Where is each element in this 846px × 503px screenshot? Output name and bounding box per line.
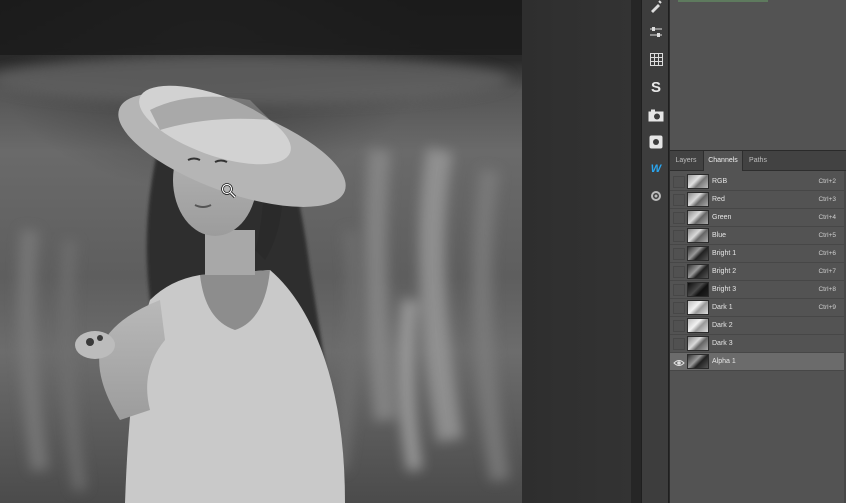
instagram-icon[interactable] — [644, 130, 668, 154]
channel-shortcut: Ctrl+9 — [818, 304, 836, 311]
visibility-toggle[interactable] — [673, 320, 685, 332]
adjustments-icon[interactable] — [644, 20, 668, 44]
camera-icon[interactable] — [644, 103, 668, 127]
channel-thumbnail — [687, 246, 709, 261]
channel-shortcut: Ctrl+7 — [818, 268, 836, 275]
visibility-toggle[interactable] — [673, 302, 685, 314]
channel-name: Dark 1 — [712, 304, 733, 311]
channel-shortcut: Ctrl+8 — [818, 286, 836, 293]
channel-name: Blue — [712, 232, 727, 239]
visibility-toggle[interactable] — [673, 194, 685, 206]
channel-row[interactable]: Blue Ctrl+5 — [670, 227, 846, 245]
channel-row[interactable]: Bright 1 Ctrl+6 — [670, 245, 846, 263]
channel-name: Bright 3 — [712, 286, 737, 293]
visibility-toggle[interactable] — [673, 266, 685, 278]
channel-name: RGB — [712, 178, 728, 185]
channel-shortcut: Ctrl+2 — [818, 178, 836, 185]
grid-icon[interactable] — [644, 47, 668, 71]
channel-thumbnail — [687, 210, 709, 225]
channel-name: Bright 1 — [712, 250, 737, 257]
channel-row[interactable]: Red Ctrl+3 — [670, 191, 846, 209]
channels-panel: Layers Channels Paths RGB Ctrl+2 Red Ctrl+3… — [670, 150, 846, 503]
channel-shortcut: Ctrl+5 — [818, 232, 836, 239]
channel-row[interactable]: Bright 2 Ctrl+7 — [670, 263, 846, 281]
channel-name: Bright 2 — [712, 268, 737, 275]
channel-shortcut: Ctrl+3 — [818, 196, 836, 203]
channel-row[interactable]: Bright 3 Ctrl+8 — [670, 281, 846, 299]
channel-shortcut: Ctrl+4 — [818, 214, 836, 221]
tab-paths[interactable]: Paths — [744, 151, 772, 171]
visibility-toggle[interactable] — [673, 338, 685, 350]
channel-name: Dark 2 — [712, 322, 733, 329]
channel-thumbnail — [687, 174, 709, 189]
channel-thumbnail — [687, 354, 709, 369]
pasteboard — [522, 0, 631, 503]
visibility-toggle[interactable] — [673, 176, 685, 188]
channel-name: Red — [712, 196, 725, 203]
plugin-icon[interactable] — [644, 184, 668, 208]
visibility-toggle[interactable] — [673, 230, 685, 242]
channel-name: Dark 3 — [712, 340, 733, 347]
canvas-photo — [0, 0, 522, 503]
channel-thumbnail — [687, 228, 709, 243]
channel-name: Alpha 1 — [712, 358, 736, 365]
channel-thumbnail — [687, 192, 709, 207]
panel-tabs: Layers Channels Paths — [670, 151, 846, 171]
channel-row[interactable]: Alpha 1 — [670, 353, 846, 371]
channel-row[interactable]: Dark 1 Ctrl+9 — [670, 299, 846, 317]
channel-thumbnail — [687, 264, 709, 279]
channel-thumbnail — [687, 318, 709, 333]
panel-icon-dock: S W — [641, 0, 669, 503]
tab-layers[interactable]: Layers — [670, 151, 702, 171]
channel-thumbnail — [687, 300, 709, 315]
channel-thumbnail — [687, 282, 709, 297]
eye-icon[interactable] — [673, 356, 685, 368]
visibility-toggle[interactable] — [673, 248, 685, 260]
zoom-cursor-icon — [221, 183, 237, 199]
document-canvas[interactable] — [0, 0, 522, 503]
channel-row[interactable]: Dark 2 — [670, 317, 846, 335]
properties-panel — [670, 0, 846, 150]
visibility-toggle[interactable] — [673, 284, 685, 296]
brush-settings-icon[interactable] — [644, 0, 668, 18]
channel-shortcut: Ctrl+6 — [818, 250, 836, 257]
channel-row[interactable]: RGB Ctrl+2 — [670, 173, 846, 191]
w-plugin-icon[interactable]: W — [644, 157, 668, 181]
channel-thumbnail — [687, 336, 709, 351]
panel-divider — [631, 0, 641, 503]
channel-row[interactable]: Green Ctrl+4 — [670, 209, 846, 227]
styles-icon[interactable]: S — [644, 75, 668, 99]
panel-top-strip — [678, 0, 768, 2]
tab-channels[interactable]: Channels — [703, 151, 743, 171]
channel-row[interactable]: Dark 3 — [670, 335, 846, 353]
channel-name: Green — [712, 214, 732, 221]
visibility-toggle[interactable] — [673, 212, 685, 224]
